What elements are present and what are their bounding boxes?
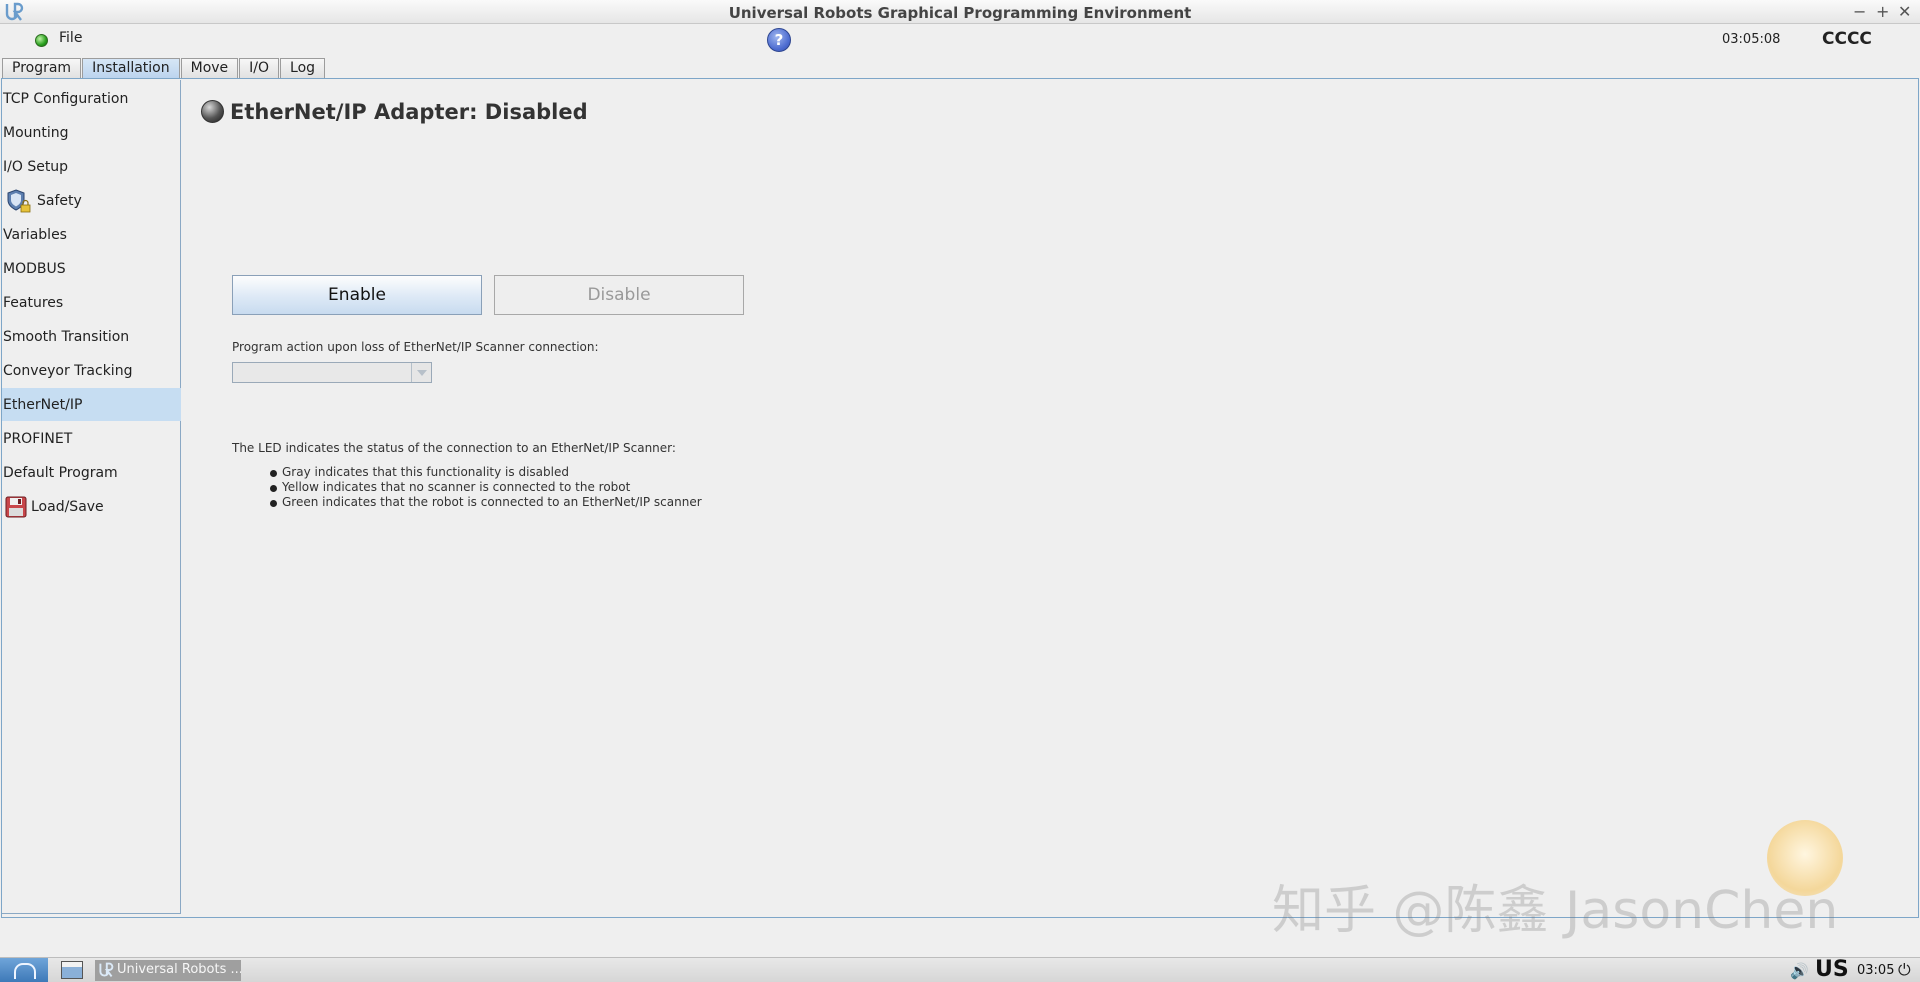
led-bullet-green: Green indicates that the robot is connec… (282, 495, 702, 509)
sidebar-item-label: MODBUS (3, 260, 66, 277)
sidebar-item-label: PROFINET (3, 430, 73, 447)
sidebar-item-io-setup[interactable]: I/O Setup (2, 150, 181, 183)
tab-program[interactable]: Program (2, 58, 82, 78)
robot-status-led-icon (35, 34, 48, 47)
sidebar-item-safety[interactable]: Safety (2, 184, 181, 217)
main-tabs: Program Installation Move I/O Log (2, 58, 326, 78)
loss-action-label: Program action upon loss of EtherNet/IP … (232, 340, 599, 354)
robot-name: CCCC (1822, 29, 1872, 49)
menu-bar (0, 25, 1920, 55)
start-menu-icon[interactable] (0, 958, 48, 982)
window-title: Universal Robots Graphical Programming E… (728, 4, 1192, 22)
close-icon[interactable]: ✕ (1898, 2, 1911, 21)
disable-button[interactable]: Disable (494, 275, 744, 315)
bullet-icon (270, 470, 277, 477)
taskbar-window-button[interactable]: Universal Robots ... (95, 960, 241, 981)
title-bar: Universal Robots Graphical Programming E… (0, 0, 1920, 24)
chevron-down-icon[interactable] (411, 363, 431, 382)
volume-icon[interactable]: 🔊 (1790, 962, 1809, 980)
sidebar-item-label: Conveyor Tracking (3, 362, 133, 379)
floppy-disk-icon (3, 496, 27, 518)
led-bullet-gray: Gray indicates that this functionality i… (282, 465, 569, 479)
watermark-text: 知乎 @陈鑫 JasonChen (1272, 881, 1839, 941)
sidebar-item-label: Mounting (3, 124, 69, 141)
ur-logo-icon (99, 962, 114, 977)
sidebar-item-default-program[interactable]: Default Program (2, 456, 181, 489)
help-icon[interactable]: ? (767, 28, 791, 52)
sidebar-item-label: Safety (37, 192, 82, 209)
taskbar (0, 957, 1920, 982)
sidebar-item-ethernet-ip[interactable]: EtherNet/IP (2, 388, 181, 421)
sidebar-item-profinet[interactable]: PROFINET (2, 422, 181, 455)
led-description: The LED indicates the status of the conn… (232, 441, 676, 455)
sidebar-item-load-save[interactable]: Load/Save (2, 490, 181, 523)
sidebar-item-tcp-configuration[interactable]: TCP Configuration (2, 82, 181, 115)
bullet-icon (270, 500, 277, 507)
power-icon[interactable]: ⏻ (1898, 960, 1911, 980)
sidebar-item-smooth-transition[interactable]: Smooth Transition (2, 320, 181, 353)
sidebar-item-conveyor-tracking[interactable]: Conveyor Tracking (2, 354, 181, 387)
installation-sidebar: TCP Configuration Mounting I/O Setup Saf… (2, 80, 181, 914)
bullet-icon (270, 485, 277, 492)
sidebar-item-label: EtherNet/IP (3, 396, 83, 413)
tab-move[interactable]: Move (180, 58, 239, 78)
safety-shield-lock-icon (3, 188, 31, 212)
tab-installation[interactable]: Installation (82, 58, 180, 78)
show-desktop-icon[interactable] (61, 961, 83, 979)
maximize-icon[interactable]: + (1876, 2, 1889, 21)
sidebar-item-label: Variables (3, 226, 67, 243)
loss-action-dropdown[interactable] (232, 362, 432, 383)
led-bullet-yellow: Yellow indicates that no scanner is conn… (282, 480, 631, 494)
sidebar-item-label: I/O Setup (3, 158, 69, 175)
taskbar-clock: 03:05 (1857, 963, 1895, 978)
enable-button[interactable]: Enable (232, 275, 482, 315)
keyboard-layout[interactable]: US (1815, 957, 1849, 982)
sidebar-item-label: Smooth Transition (3, 328, 130, 345)
sidebar-item-label: TCP Configuration (3, 90, 129, 107)
sidebar-item-variables[interactable]: Variables (2, 218, 181, 251)
taskbar-window-label: Universal Robots ... (117, 962, 241, 977)
tab-log[interactable]: Log (280, 58, 326, 78)
sidebar-item-features[interactable]: Features (2, 286, 181, 319)
sidebar-item-modbus[interactable]: MODBUS (2, 252, 181, 285)
sidebar-item-label: Load/Save (31, 498, 104, 515)
file-menu[interactable]: File (59, 30, 82, 46)
adapter-status-led-icon (201, 100, 224, 123)
minimize-icon[interactable]: − (1853, 2, 1866, 21)
sidebar-item-label: Default Program (3, 464, 118, 481)
clock: 03:05:08 (1722, 32, 1781, 47)
page-title: EtherNet/IP Adapter: Disabled (230, 100, 588, 124)
sidebar-item-mounting[interactable]: Mounting (2, 116, 181, 149)
tab-io[interactable]: I/O (239, 58, 280, 78)
sidebar-item-label: Features (3, 294, 64, 311)
